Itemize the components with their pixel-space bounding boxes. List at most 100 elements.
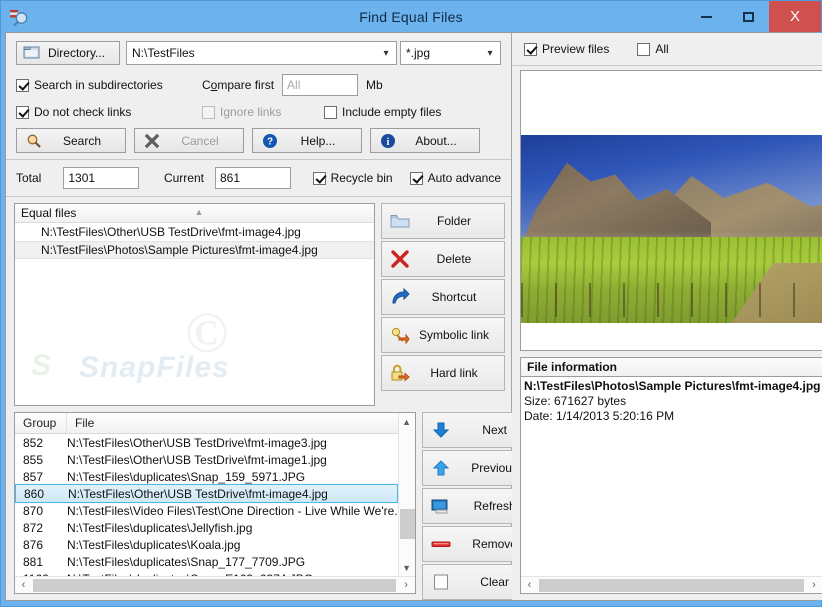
scroll-up-icon[interactable]: ▲ [402, 413, 411, 430]
cell-group: 857 [23, 469, 44, 484]
results-grid-body[interactable]: 852 N:\TestFiles\Other\USB TestDrive\fmt-… [15, 434, 398, 576]
scrollbar-thumb[interactable] [539, 579, 804, 592]
table-row[interactable]: 855 N:\TestFiles\Other\USB TestDrive\fmt-… [15, 451, 398, 468]
maximize-button[interactable] [727, 1, 769, 32]
preview-files-checkbox[interactable]: Preview files [524, 42, 609, 56]
shortcut-button[interactable]: Shortcut [381, 279, 505, 315]
current-input[interactable]: 861 [214, 167, 291, 189]
compare-first-input[interactable]: All [282, 74, 359, 96]
do-not-check-links-checkbox[interactable]: Do not check links [16, 105, 202, 119]
folder-button[interactable]: Folder [381, 203, 505, 239]
list-item[interactable]: N:\TestFiles\Other\USB TestDrive\fmt-ima… [15, 223, 374, 241]
table-row[interactable]: 870 N:\TestFiles\Video Files\Test\One Dir… [15, 502, 398, 519]
total-input[interactable]: 1301 [63, 167, 139, 189]
snapfiles-watermark: © S SnapFiles [15, 263, 374, 399]
table-row[interactable]: 857 N:\TestFiles\duplicates\Snap_159_5971… [15, 468, 398, 485]
directory-row: Directory... N:\TestFiles ▾ *.jpg ▾ [16, 41, 501, 65]
recycle-bin-checkbox[interactable]: Recycle bin [312, 171, 393, 185]
list-item[interactable]: N:\TestFiles\Photos\Sample Pictures\fmt-… [15, 241, 374, 259]
equal-file-path: N:\TestFiles\Photos\Sample Pictures\fmt-… [41, 243, 318, 257]
auto-advance-checkbox[interactable]: Auto advance [409, 171, 501, 185]
equal-files-list[interactable]: N:\TestFiles\Other\USB TestDrive\fmt-ima… [15, 223, 374, 405]
search-button-label: Search [62, 133, 102, 148]
path-combobox[interactable]: N:\TestFiles ▾ [126, 41, 397, 65]
ignore-links-label: Ignore links [220, 105, 282, 119]
search-subdirectories-checkbox[interactable]: Search in subdirectories [16, 78, 202, 92]
scroll-right-icon[interactable]: › [806, 579, 822, 591]
cell-file: N:\TestFiles\Other\USB TestDrive\fmt-ima… [67, 435, 327, 450]
column-header-file[interactable]: File [67, 413, 398, 433]
clear-box-icon [423, 573, 459, 591]
client-area: Directory... N:\TestFiles ▾ *.jpg ▾ Sear… [5, 32, 822, 601]
file-information-horizontal-scrollbar[interactable]: ‹ › [521, 576, 822, 593]
scroll-left-icon[interactable]: ‹ [15, 579, 32, 591]
minimize-button[interactable] [685, 1, 727, 32]
results-panel: Group File 852 N:\TestFiles\Other\USB Tes… [14, 412, 416, 594]
close-button[interactable]: X [769, 1, 821, 32]
table-row[interactable]: 860 N:\TestFiles\Other\USB TestDrive\fmt-… [15, 484, 398, 503]
cell-group: 876 [23, 537, 44, 552]
equal-files-header[interactable]: Equal files ▲ [15, 204, 374, 223]
mask-combobox[interactable]: *.jpg ▾ [400, 41, 501, 65]
maximize-icon [742, 11, 754, 22]
about-button[interactable]: i About... [370, 128, 480, 153]
search-options-panel: Directory... N:\TestFiles ▾ *.jpg ▾ Sear… [6, 33, 511, 160]
help-button[interactable]: ? Help... [252, 128, 362, 153]
scroll-right-icon[interactable]: › [398, 579, 415, 591]
hard-link-button[interactable]: Hard link [381, 355, 505, 391]
checkbox-box [637, 42, 651, 56]
window-controls: X [685, 1, 821, 32]
path-value: N:\TestFiles [132, 46, 195, 60]
magnifier-icon [23, 133, 45, 149]
auto-advance-label: Auto advance [427, 171, 501, 185]
table-row[interactable]: 881 N:\TestFiles\duplicates\Snap_177_7709… [15, 553, 398, 570]
folder-icon [382, 213, 418, 229]
checkbox-box [202, 105, 215, 119]
chevron-down-icon: ▾ [487, 47, 493, 59]
delete-button[interactable]: Delete [381, 241, 505, 277]
x-mark-icon [141, 133, 163, 149]
title-bar: Find Equal Files X [1, 1, 821, 32]
checkbox-box [409, 171, 423, 185]
delete-button-label: Delete [436, 252, 472, 266]
preview-all-checkbox[interactable]: All [637, 42, 669, 56]
file-information-header: File information [520, 357, 822, 376]
image-preview-panel[interactable] [520, 70, 822, 351]
compare-first-unit: Mb [366, 78, 383, 92]
hard-link-icon [382, 364, 418, 382]
include-empty-files-checkbox[interactable]: Include empty files [324, 105, 441, 119]
hard-link-button-label: Hard link [430, 366, 478, 380]
table-row[interactable]: 852 N:\TestFiles\Other\USB TestDrive\fmt-… [15, 434, 398, 451]
cell-file: N:\TestFiles\duplicates\Jellyfish.jpg [67, 520, 253, 535]
scrollbar-thumb[interactable] [33, 579, 396, 592]
directory-button[interactable]: Directory... [16, 41, 120, 65]
left-column: Directory... N:\TestFiles ▾ *.jpg ▾ Sear… [6, 33, 546, 600]
mask-value: *.jpg [406, 46, 431, 60]
file-information-section: File information N:\TestFiles\Photos\Sam… [520, 357, 822, 594]
recycle-bin-label: Recycle bin [330, 171, 393, 185]
question-circle-icon: ? [259, 133, 281, 149]
results-horizontal-scrollbar[interactable]: ‹ › [15, 576, 415, 593]
magnifier-icon [8, 6, 30, 28]
folder-button-label: Folder [436, 214, 471, 228]
table-row[interactable]: 876 N:\TestFiles\duplicates\Koala.jpg [15, 536, 398, 553]
column-header-group[interactable]: Group [15, 413, 67, 433]
symbolic-link-button[interactable]: Symbolic link [381, 317, 505, 353]
search-subdirectories-label: Search in subdirectories [34, 78, 163, 92]
results-vertical-scrollbar[interactable]: ▲ ▼ [397, 413, 415, 576]
scroll-left-icon[interactable]: ‹ [521, 579, 538, 591]
app-window: Find Equal Files X Directory... N:\TestF… [0, 0, 822, 607]
scrollbar-thumb[interactable] [399, 509, 415, 539]
file-information-body: N:\TestFiles\Photos\Sample Pictures\fmt-… [520, 376, 822, 594]
do-not-check-links-label: Do not check links [34, 105, 132, 119]
ignore-links-checkbox: Ignore links [202, 105, 324, 119]
file-action-buttons: Folder Delete Shortcut Symbolic link Har… [381, 203, 505, 406]
preview-image [521, 135, 822, 323]
search-button[interactable]: Search [16, 128, 126, 153]
equal-files-header-label: Equal files [21, 206, 77, 220]
cell-file: N:\TestFiles\duplicates\Koala.jpg [67, 537, 241, 552]
total-label: Total [16, 171, 42, 185]
folder-icon [23, 45, 40, 62]
table-row[interactable]: 872 N:\TestFiles\duplicates\Jellyfish.jpg [15, 519, 398, 536]
scroll-down-icon[interactable]: ▼ [402, 559, 411, 576]
